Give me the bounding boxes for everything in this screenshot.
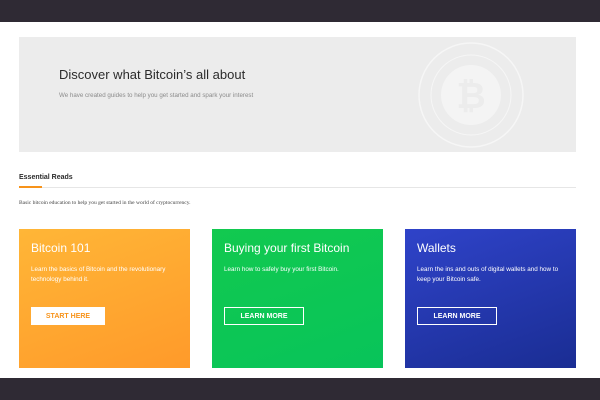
hero-title: Discover what Bitcoin’s all about (59, 67, 246, 82)
card-wallets: Wallets Learn the ins and outs of digita… (405, 229, 576, 368)
bitcoin-icon: ₿ (418, 42, 524, 148)
learn-more-button[interactable]: LEARN MORE (224, 307, 304, 325)
hero-banner: Discover what Bitcoin’s all about We hav… (19, 37, 576, 152)
top-frame-bar (0, 0, 600, 22)
section-divider (19, 187, 576, 188)
bottom-frame-bar (0, 378, 600, 400)
card-title: Wallets (417, 241, 456, 255)
hero-subtitle: We have created guides to help you get s… (59, 92, 254, 99)
card-text: Learn how to safely buy your first Bitco… (224, 266, 339, 273)
learn-more-button[interactable]: LEARN MORE (417, 307, 497, 325)
tab-essential-reads[interactable]: Essential Reads (19, 174, 73, 181)
section-description: Basic bitcoin education to help you get … (19, 200, 191, 206)
svg-text:₿: ₿ (456, 75, 485, 116)
page-content: Discover what Bitcoin’s all about We hav… (0, 22, 600, 378)
start-here-button[interactable]: START HERE (31, 307, 105, 325)
card-text: Learn the ins and outs of digital wallet… (417, 266, 559, 283)
active-tab-indicator (19, 186, 42, 188)
card-bitcoin-101: Bitcoin 101 Learn the basics of Bitcoin … (19, 229, 190, 368)
card-buying-first-bitcoin: Buying your first Bitcoin Learn how to s… (212, 229, 383, 368)
card-text: Learn the basics of Bitcoin and the revo… (31, 266, 166, 283)
card-title: Bitcoin 101 (31, 241, 91, 255)
card-title: Buying your first Bitcoin (224, 241, 350, 255)
